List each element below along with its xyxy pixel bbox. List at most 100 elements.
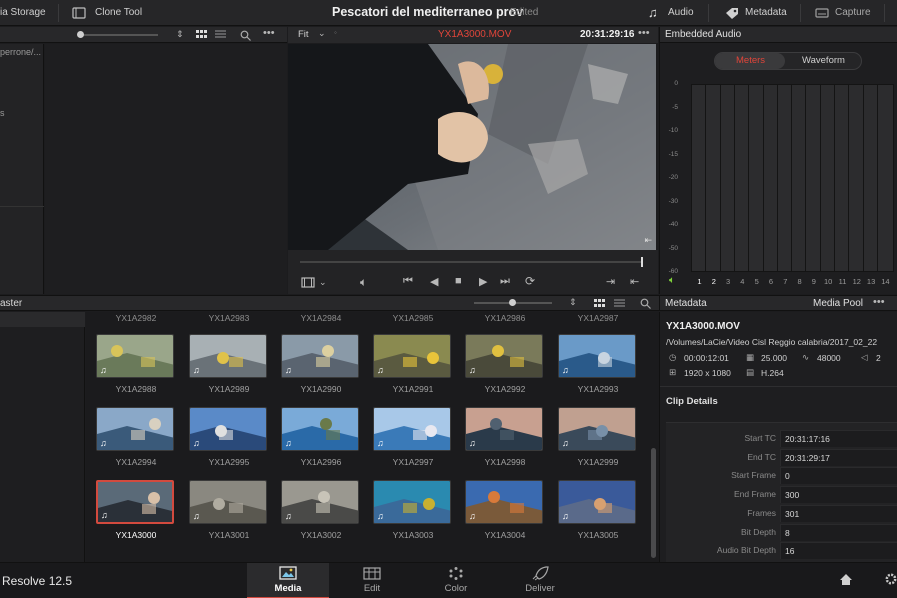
page-tab-deliver[interactable]: Deliver (505, 566, 575, 594)
clip-label: YX1A2996 (300, 457, 342, 467)
media-clip[interactable]: ♫ YX1A2998 (465, 407, 545, 467)
zoom-select[interactable]: Fit (298, 29, 309, 40)
capture-icon[interactable] (815, 8, 829, 18)
list-view-icon[interactable] (614, 299, 625, 309)
gear-icon[interactable] (884, 572, 897, 586)
media-clip[interactable]: ♫ YX1A2990 (281, 334, 361, 394)
chevron-down-icon[interactable]: ⌄ (319, 277, 327, 288)
more-options-icon[interactable]: ••• (873, 296, 885, 308)
jump-to-end-icon[interactable]: ⏭︎ (500, 275, 510, 288)
media-clip[interactable]: ♫ YX1A2988 (96, 334, 176, 394)
media-clip[interactable]: ♫ YX1A3000 (96, 480, 176, 540)
sort-icon[interactable]: ⇕ (176, 29, 184, 40)
jump-to-start-icon[interactable]: ⏮︎ (403, 275, 413, 288)
play-reverse-icon[interactable]: ◀ (430, 275, 438, 288)
detail-value-field[interactable]: 20:31:17:16 (780, 430, 897, 447)
detail-value-field[interactable]: 16 (780, 542, 897, 560)
volume-icon[interactable]: 🔈︎ (360, 275, 367, 290)
bin-master-selected[interactable] (0, 312, 85, 327)
media-storage-tab[interactable]: ia Storage (0, 7, 46, 18)
media-clip[interactable]: ♫ YX1A2999 (558, 407, 638, 467)
clip-thumbnail[interactable]: ♫ (281, 334, 359, 378)
capture-tab[interactable]: Capture (835, 7, 871, 18)
media-clip[interactable]: ♫ YX1A2997 (373, 407, 453, 467)
media-clip[interactable]: ♫ YX1A3002 (281, 480, 361, 540)
thumbnail-size-handle[interactable] (509, 299, 516, 306)
media-clip[interactable]: ♫ YX1A3003 (373, 480, 453, 540)
clip-thumbnail[interactable]: ♫ (373, 407, 451, 451)
media-clip[interactable]: ♫ YX1A2996 (281, 407, 361, 467)
media-clip[interactable]: ♫ YX1A2989 (189, 334, 269, 394)
more-options-icon[interactable]: ••• (263, 27, 275, 39)
clip-thumbnail[interactable]: ♫ (465, 407, 543, 451)
viewer-mode-icon[interactable] (301, 277, 315, 288)
media-clip[interactable]: ♫ YX1A2992 (465, 334, 545, 394)
playhead[interactable] (641, 257, 643, 267)
search-icon[interactable] (240, 30, 251, 41)
waveform-tab[interactable]: Waveform (802, 55, 845, 66)
speaker-icon[interactable]: 🔈︎ (669, 275, 675, 286)
clip-label: YX1A2991 (392, 384, 434, 394)
media-clip[interactable]: ♫ YX1A3001 (189, 480, 269, 540)
clip-thumbnail[interactable]: ♫ (465, 480, 543, 524)
list-view-icon[interactable] (215, 30, 226, 40)
grid-view-icon[interactable] (594, 299, 605, 309)
mark-out-icon[interactable]: ⇤ (630, 275, 639, 288)
music-note-icon[interactable]: ♫ (648, 5, 658, 20)
clip-thumbnail[interactable]: ♫ (465, 334, 543, 378)
home-icon[interactable] (839, 573, 853, 586)
media-clip[interactable]: ♫ YX1A3005 (558, 480, 638, 540)
detail-value-field[interactable]: 301 (780, 504, 897, 522)
clip-thumbnail[interactable]: ♫ (96, 334, 174, 378)
zoom-slider-handle[interactable] (77, 31, 84, 38)
clip-thumbnail[interactable]: ♫ (373, 334, 451, 378)
detail-value-field[interactable]: 300 (780, 486, 897, 504)
clip-thumbnail[interactable]: ♫ (189, 407, 267, 451)
zoom-slider-track[interactable] (80, 34, 158, 36)
detail-value-field[interactable]: 0 (780, 467, 897, 485)
page-tab-color[interactable]: Color (421, 566, 491, 594)
stop-icon[interactable]: ■ (455, 275, 462, 287)
clip-thumbnail[interactable]: ♫ (373, 480, 451, 524)
divider (800, 4, 801, 22)
mark-in-icon[interactable]: ⇥ (606, 275, 615, 288)
sort-icon[interactable]: ⇕ (569, 297, 577, 308)
media-clip[interactable]: ♫ YX1A3004 (465, 480, 545, 540)
clip-thumbnail[interactable]: ♫ (96, 407, 174, 451)
page-tab-media[interactable]: Media (253, 566, 323, 594)
more-options-icon[interactable]: ••• (638, 27, 650, 39)
tag-icon[interactable] (725, 7, 739, 19)
clone-tool-tab[interactable]: Clone Tool (95, 7, 142, 18)
clip-thumbnail[interactable]: ♫ (96, 480, 174, 524)
media-pool-title[interactable]: Media Pool (813, 298, 863, 309)
media-clip[interactable]: ♫ YX1A2993 (558, 334, 638, 394)
clip-thumbnail[interactable]: ♫ (189, 480, 267, 524)
detail-value-field[interactable]: 20:31:29:17 (780, 448, 897, 466)
clip-thumbnail[interactable]: ♫ (558, 407, 636, 451)
clip-grid-scrollbar[interactable] (651, 448, 656, 558)
clip-label: YX1A2998 (484, 457, 526, 467)
clip-thumbnail[interactable]: ♫ (558, 480, 636, 524)
detail-value-field[interactable]: 8 (780, 523, 897, 541)
scrubber-track[interactable] (300, 261, 642, 263)
page-tab-edit[interactable]: Edit (337, 566, 407, 594)
metadata-tab[interactable]: Metadata (745, 7, 787, 18)
clip-thumbnail[interactable]: ♫ (189, 334, 267, 378)
storage-item[interactable]: s (0, 108, 5, 118)
media-clip[interactable]: ♫ YX1A2995 (189, 407, 269, 467)
audio-tab[interactable]: Audio (668, 7, 694, 18)
meters-tab[interactable]: Meters (736, 55, 765, 66)
grid-view-icon[interactable] (196, 30, 207, 40)
clip-thumbnail[interactable]: ♫ (558, 334, 636, 378)
storage-path-item[interactable]: perrone/... (0, 47, 41, 57)
clip-thumbnail[interactable]: ♫ (281, 480, 359, 524)
media-clip[interactable]: ♫ YX1A2994 (96, 407, 176, 467)
clip-thumbnail[interactable]: ♫ (281, 407, 359, 451)
chevron-down-icon[interactable]: ⌄ (318, 28, 326, 39)
clone-tool-icon[interactable] (72, 7, 86, 19)
search-icon[interactable] (640, 298, 651, 309)
media-clip[interactable]: ♫ YX1A2991 (373, 334, 453, 394)
viewer-end-icon[interactable]: ⇤ (644, 235, 652, 246)
play-icon[interactable]: ▶ (479, 275, 487, 288)
loop-icon[interactable]: ⟳ (525, 274, 535, 288)
